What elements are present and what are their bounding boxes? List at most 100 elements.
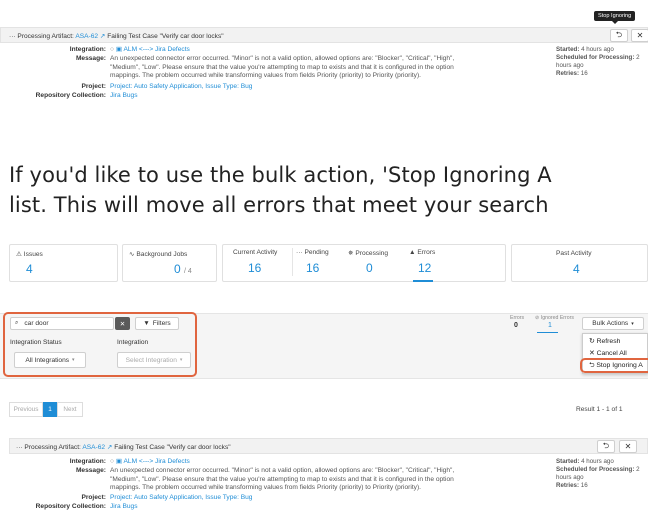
instruction-line-1: If you'd like to use the bulk action, 'S…: [9, 163, 552, 187]
cancel-button[interactable]: ✕: [619, 440, 637, 453]
spinner-icon: ✵: [348, 250, 354, 257]
chevron-down-icon: ▾: [631, 320, 634, 327]
integration-value[interactable]: ○ ▣ ALM <---> Jira Defects: [110, 46, 190, 55]
message-line: mappings. The problem occurred while tra…: [110, 484, 421, 492]
current-activity-count[interactable]: 16: [248, 261, 261, 275]
stop-ignoring-button[interactable]: ⮌: [597, 440, 615, 453]
artifact-id-link[interactable]: ASA-62: [75, 33, 98, 40]
pending-count[interactable]: 16: [306, 261, 319, 275]
issues-count: 4: [26, 262, 33, 276]
message-value: An unexpected connector error occurred. …: [110, 467, 530, 493]
retries-value: 16: [580, 70, 588, 77]
artifact-test-title: Failing Test Case "Verify car door locks…: [114, 444, 231, 451]
background-jobs-total: / 4: [184, 268, 192, 275]
processing-count[interactable]: 0: [366, 261, 373, 275]
errors-active-indicator: [413, 280, 433, 282]
message-line: "Medium", "Low". Please ensure that the …: [110, 475, 454, 483]
background-jobs-card[interactable]: ∿ Background Jobs 0 / 4: [122, 244, 217, 282]
repository-link[interactable]: Jira Bugs: [110, 503, 138, 512]
pending-label[interactable]: ··· Pending: [296, 249, 329, 256]
project-link[interactable]: Project: Auto Safety Application, Issue …: [110, 83, 252, 92]
bulk-refresh-item[interactable]: ↻ Refresh: [589, 337, 620, 345]
cancel-button[interactable]: ✕: [631, 29, 648, 42]
retries-label: Retries:: [556, 70, 580, 77]
project-label: Project:: [81, 494, 106, 501]
errors-small-value[interactable]: 0: [514, 322, 518, 329]
integration-icon: ▣: [115, 458, 123, 465]
retries-label: Retries:: [556, 482, 580, 489]
scheduled-value-unit: hours ago: [556, 474, 584, 481]
ignored-errors-value[interactable]: 1: [548, 322, 552, 329]
external-link-icon[interactable]: ↗: [107, 444, 113, 451]
undo-icon: ⮌: [615, 29, 623, 39]
scheduled-value: 2: [636, 466, 640, 473]
stop-ignoring-button[interactable]: ⮌: [610, 29, 628, 42]
close-icon: ✕: [589, 350, 595, 357]
refresh-icon: ↻: [589, 338, 595, 345]
past-activity-label: Past Activity: [556, 250, 592, 257]
close-icon: ✕: [636, 31, 644, 40]
message-line: An unexpected connector error occurred. …: [110, 55, 455, 62]
artifact-card-header-top: ··· Processing Artifact: ASA-62 ↗ Failin…: [0, 27, 648, 43]
stop-ignoring-tooltip: Stop Ignoring: [594, 11, 636, 24]
scheduled-label: Scheduled for Processing:: [556, 54, 635, 61]
errors-count[interactable]: 12: [418, 261, 431, 275]
integration-icon: ▣: [115, 46, 123, 53]
message-label: Message:: [75, 55, 106, 62]
integration-value[interactable]: ○ ▣ ALM <---> Jira Defects: [110, 458, 190, 467]
artifact-id-link[interactable]: ASA-62: [82, 444, 105, 451]
background-jobs-label: ∿ Background Jobs: [129, 251, 188, 258]
errors-small-label: Errors: [510, 315, 525, 321]
integration-label: Integration:: [69, 46, 106, 53]
previous-page-button[interactable]: Previous: [9, 402, 43, 417]
pulse-icon: ∿: [129, 251, 135, 258]
integration-link[interactable]: ALM <---> Jira Defects: [124, 46, 190, 53]
artifact-meta: Started: 4 hours ago Scheduled for Proce…: [556, 458, 646, 490]
message-line: "Medium", "Low". Please ensure that the …: [110, 63, 454, 71]
artifact-prefix: ··· Processing Artifact:: [9, 33, 74, 40]
message-label: Message:: [75, 467, 106, 474]
ignored-errors-indicator: [537, 332, 558, 333]
project-label: Project:: [81, 83, 106, 90]
artifact-title: ··· Processing Artifact: ASA-62 ↗ Failin…: [9, 32, 224, 40]
ellipsis-icon: ···: [296, 249, 303, 256]
message-line: mappings. The problem occurred while tra…: [110, 72, 421, 80]
scheduled-value: 2: [636, 54, 640, 61]
artifact-test-title: Failing Test Case "Verify car door locks…: [107, 33, 224, 40]
warning-icon: ⚠: [16, 251, 22, 258]
ignored-errors-label: ⊘ Ignored Errors: [535, 315, 574, 321]
errors-label[interactable]: ▲ Errors: [409, 249, 435, 256]
repository-link[interactable]: Jira Bugs: [110, 92, 138, 101]
bulk-actions-button[interactable]: Bulk Actions ▾: [582, 317, 644, 330]
repository-label: Repository Collection:: [35, 92, 106, 99]
close-icon: ✕: [624, 442, 632, 451]
message-line: An unexpected connector error occurred. …: [110, 467, 455, 474]
scheduled-label: Scheduled for Processing:: [556, 466, 635, 473]
circle-icon: ○: [110, 458, 114, 465]
next-page-button[interactable]: Next: [57, 402, 83, 417]
started-value: 4 hours ago: [581, 46, 614, 53]
result-count: Result 1 - 1 of 1: [576, 406, 623, 413]
undo-icon: ⮌: [602, 440, 610, 450]
started-value: 4 hours ago: [581, 458, 614, 465]
warning-icon: ▲: [409, 249, 416, 256]
processing-label[interactable]: ✵ Processing: [348, 249, 388, 257]
artifact-title: ··· Processing Artifact: ASA-62 ↗ Failin…: [16, 443, 231, 451]
page-1-button[interactable]: 1: [43, 402, 57, 417]
bulk-cancel-all-item[interactable]: ✕ Cancel All: [589, 349, 627, 357]
past-activity-card[interactable]: Past Activity 4: [511, 244, 648, 282]
current-activity-label: Current Activity: [233, 249, 278, 256]
artifact-card-header-bottom: ··· Processing Artifact: ASA-62 ↗ Failin…: [9, 438, 648, 454]
external-link-icon[interactable]: ↗: [100, 33, 106, 40]
scheduled-value-unit: hours ago: [556, 62, 584, 69]
issues-label: ⚠ Issues: [16, 251, 43, 258]
integration-link[interactable]: ALM <---> Jira Defects: [124, 458, 190, 465]
filters-highlight-box: [3, 312, 197, 377]
integration-label: Integration:: [69, 458, 106, 465]
started-label: Started:: [556, 458, 580, 465]
issues-card[interactable]: ⚠ Issues 4: [9, 244, 118, 282]
retries-value: 16: [580, 482, 588, 489]
ignore-icon: ⊘: [535, 315, 540, 321]
instruction-line-2: list. This will move all errors that mee…: [9, 193, 549, 217]
project-link[interactable]: Project: Auto Safety Application, Issue …: [110, 494, 252, 503]
